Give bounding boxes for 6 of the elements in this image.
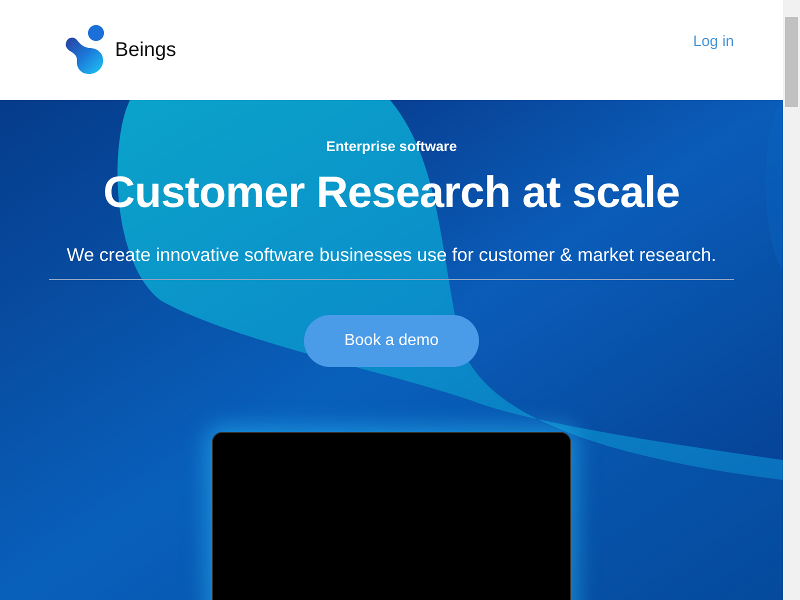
- hero-subtitle: We create innovative software businesses use for customer & market research.: [66, 244, 716, 266]
- eyebrow-text: Enterprise software: [326, 138, 457, 154]
- brand-name: Beings: [115, 38, 176, 62]
- book-demo-button[interactable]: Book a demo: [304, 315, 479, 367]
- login-link[interactable]: Log in: [693, 33, 734, 50]
- hero-title: Customer Research at scale: [103, 168, 680, 218]
